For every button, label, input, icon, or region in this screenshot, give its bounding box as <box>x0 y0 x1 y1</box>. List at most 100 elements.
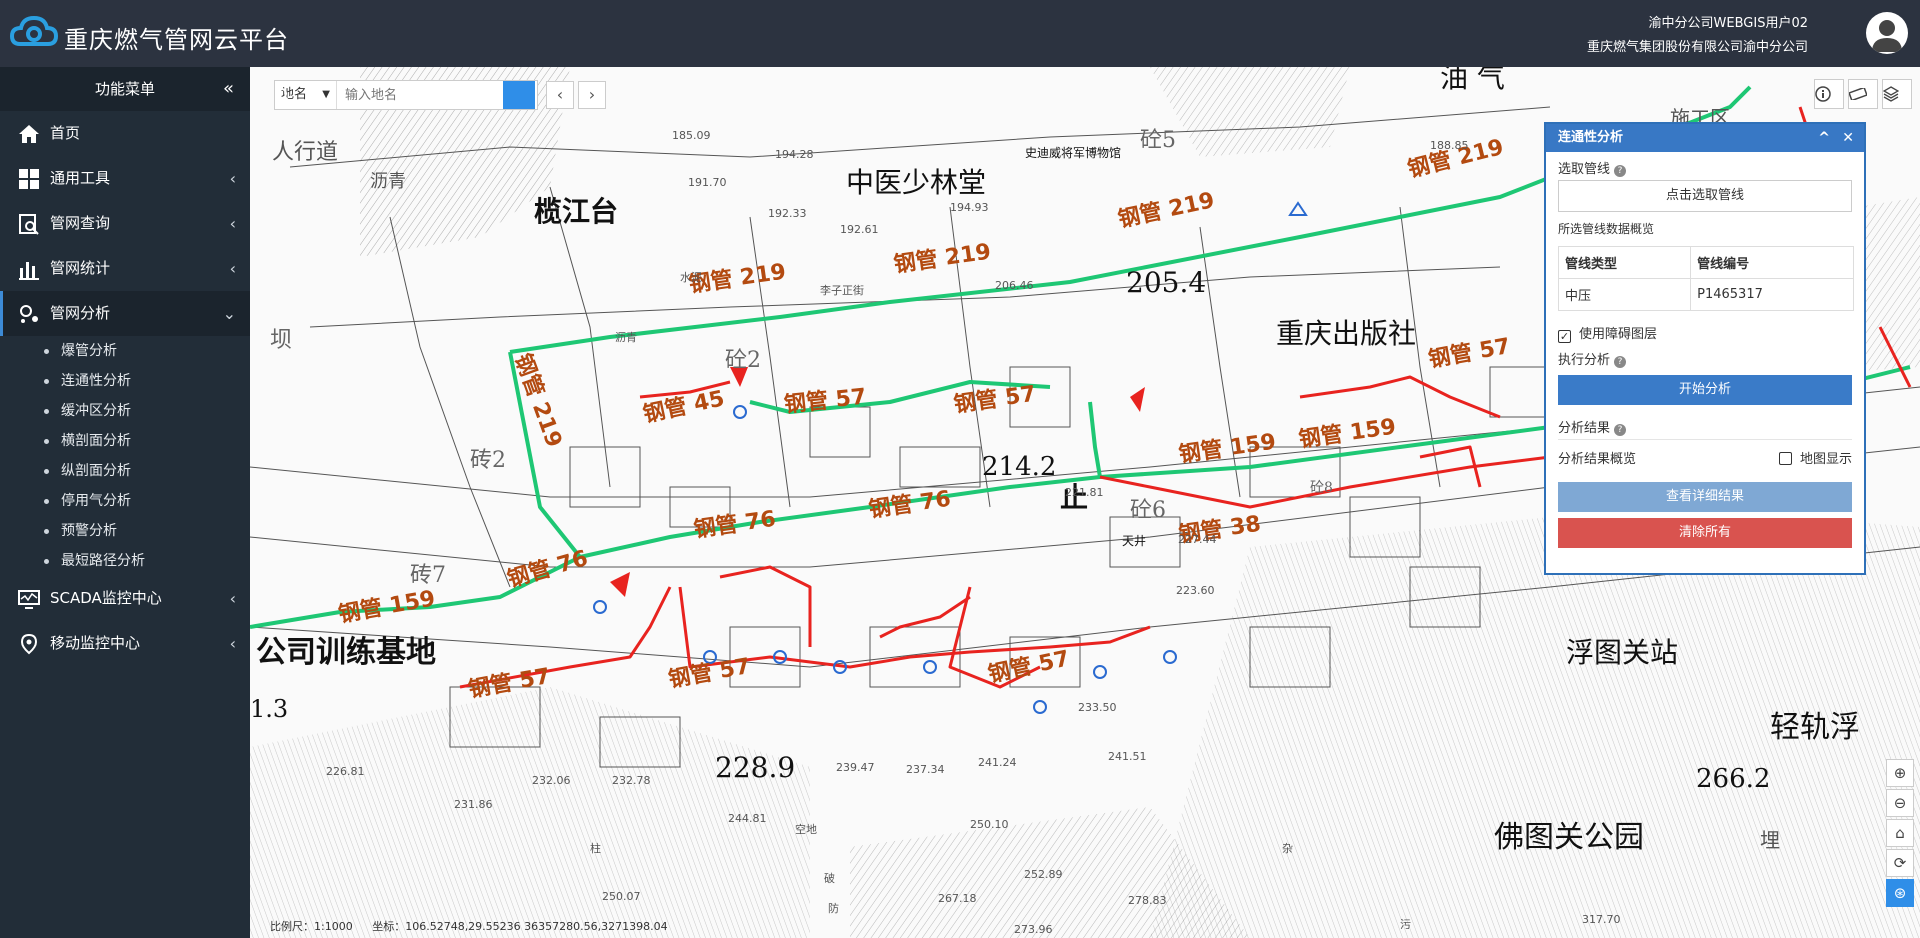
elevation-label: 水泥 <box>680 271 702 284</box>
map-label: 214.2 <box>982 452 1056 482</box>
grid-icon <box>19 169 39 189</box>
map-label: 坝 <box>270 328 292 353</box>
elevation-label: 污 <box>1400 918 1411 931</box>
section-label-text: 选取管线 <box>1558 162 1611 177</box>
select-pipe-button[interactable]: 点击选取管线 <box>1558 180 1852 212</box>
help-icon[interactable]: ? <box>1614 424 1627 436</box>
map-canvas[interactable]: 钢管 219 钢管 219 钢管 219 钢管 219 钢管 219 钢管 45… <box>250 67 1920 938</box>
elevation-label: 188.85 <box>1430 139 1469 152</box>
cloud-logo-icon <box>10 15 58 46</box>
start-analysis-button[interactable]: 开始分析 <box>1558 375 1852 405</box>
submenu-item-connectivity-analysis[interactable]: 连通性分析 <box>0 366 250 396</box>
zoom-out-button[interactable]: ⊖ <box>1886 789 1914 817</box>
search-button[interactable] <box>276 81 535 109</box>
map-label: 史迪威将军博物馆 <box>1025 145 1121 160</box>
submenu-item-buffer-analysis[interactable]: 缓冲区分析 <box>0 396 250 426</box>
place-search-input[interactable] <box>337 81 503 109</box>
clear-all-button[interactable]: 清除所有 <box>1558 518 1852 548</box>
map-display-toggle[interactable]: 地图显示 <box>1778 448 1852 467</box>
sidebar-item-network-analysis[interactable]: 管网分析 ⌄ <box>0 291 250 336</box>
map-label: 205.4 <box>1126 266 1206 299</box>
caret-down-icon: ▼ <box>322 89 330 100</box>
run-analysis-section-label: 执行分析? <box>1546 343 1864 369</box>
zoom-in-button[interactable]: ⊕ <box>1886 759 1914 787</box>
close-panel-icon[interactable]: ✕ <box>1842 124 1854 152</box>
sidebar-item-label: 通用工具 <box>50 169 111 187</box>
result-summary-row: 分析结果概览 地图显示 <box>1546 442 1864 468</box>
bar-chart-icon <box>19 262 39 280</box>
measure-button[interactable] <box>1848 79 1878 109</box>
map-display-checkbox[interactable] <box>1778 452 1792 465</box>
elevation-label: 破 <box>824 871 835 885</box>
refresh-button[interactable]: ⟳ <box>1886 849 1914 877</box>
sidebar-item-mobile-monitor[interactable]: 移动监控中心 ‹ <box>0 621 250 666</box>
submenu-item-gas-shutoff[interactable]: 停用气分析 <box>0 486 250 516</box>
pipe-summary-table: 管线类型 管线编号 中压 P1465317 <box>1557 246 1854 311</box>
divider <box>1558 439 1852 440</box>
home-extent-button[interactable]: ⌂ <box>1886 819 1914 847</box>
elevation-label: 194.93 <box>950 201 989 214</box>
help-icon[interactable]: ? <box>1614 356 1627 368</box>
section-label-text: 分析结果 <box>1558 421 1611 436</box>
app-header: 重庆燃气管网云平台 渝中分公司WEBGIS用户02 重庆燃气集团股份有限公司渝中… <box>0 0 1920 67</box>
table-cell: 中压 <box>1557 278 1692 311</box>
sidebar-item-label: 管网统计 <box>50 259 111 277</box>
submenu-item-shortest-path[interactable]: 最短路径分析 <box>0 546 250 576</box>
layers-icon <box>1883 86 1899 102</box>
map-label: 沥青 <box>370 171 406 192</box>
sidebar-item-scada[interactable]: SCADA监控中心 ‹ <box>0 576 250 621</box>
elevation-label: 231.86 <box>454 798 493 811</box>
elevation-label: 226.81 <box>326 765 365 778</box>
collapse-panel-icon[interactable]: ^ <box>1818 124 1830 152</box>
table-cell: P1465317 <box>1690 278 1854 311</box>
elevation-label: 杂 <box>1282 842 1293 855</box>
query-icon <box>19 214 39 235</box>
barrier-layer-checkbox[interactable]: ✓ <box>1558 330 1571 343</box>
avatar[interactable] <box>1866 12 1908 54</box>
submenu-item-burst-analysis[interactable]: 爆管分析 <box>0 336 250 366</box>
chevron-down-icon: ⌄ <box>222 304 236 323</box>
menu-header: 功能菜单 « <box>0 67 250 111</box>
elevation-label: 185.09 <box>672 129 711 142</box>
elevation-label: 194.28 <box>775 148 814 161</box>
previous-button[interactable]: ‹ <box>546 81 574 109</box>
elevation-label: 李子正街 <box>820 283 864 297</box>
globe-button[interactable]: ⊛ <box>1886 879 1914 907</box>
sidebar-item-network-stats[interactable]: 管网统计 ‹ <box>0 246 250 291</box>
place-search-bar: 地名 ▼ <box>274 80 538 110</box>
use-barrier-layer-row[interactable]: ✓ 使用障碍图层 <box>1546 317 1864 343</box>
map-label: 榄江台 <box>534 195 618 228</box>
menu-title: 功能菜单 <box>94 80 155 98</box>
sidebar-item-network-query[interactable]: 管网查询 ‹ <box>0 201 250 246</box>
panel-title-bar: 连通性分析 ^ ✕ <box>1546 124 1864 152</box>
chevron-left-icon: ‹ <box>229 634 236 653</box>
layers-button[interactable] <box>1882 79 1912 109</box>
help-icon[interactable]: ? <box>1614 165 1627 177</box>
elevation-label: 241.51 <box>1108 750 1147 763</box>
map-label: 中医少林堂 <box>846 166 986 199</box>
sidebar-item-label: 首页 <box>50 124 81 142</box>
submenu-item-cross-section[interactable]: 横剖面分析 <box>0 426 250 456</box>
sidebar-item-home[interactable]: 首页 <box>0 111 250 156</box>
submenu-item-warning-analysis[interactable]: 预警分析 <box>0 516 250 546</box>
app-title: 重庆燃气管网云平台 <box>64 26 289 54</box>
scale-readout: 比例尺：1:1000 <box>270 920 353 933</box>
elevation-label: 191.70 <box>688 176 727 189</box>
sidebar-item-label: 管网查询 <box>50 214 111 232</box>
info-button[interactable] <box>1814 79 1844 109</box>
table-row: 中压 P1465317 <box>1557 278 1854 311</box>
table-header-cell: 管线类型 <box>1557 246 1692 279</box>
submenu-item-longitudinal-section[interactable]: 纵剖面分析 <box>0 456 250 486</box>
map-label: 轻轨浮 <box>1770 710 1860 745</box>
collapse-sidebar-button[interactable]: « <box>223 67 234 111</box>
sidebar-item-label: 移动监控中心 <box>50 634 141 652</box>
sidebar-item-label: SCADA监控中心 <box>50 589 162 607</box>
sidebar-item-general-tools[interactable]: 通用工具 ‹ <box>0 156 250 201</box>
ruler-icon <box>1849 88 1867 100</box>
map-label: 砖7 <box>410 563 446 588</box>
map-label: 砼2 <box>725 348 761 373</box>
elevation-label: 沥青 <box>615 331 637 344</box>
map-label: 砼8 <box>1310 480 1333 496</box>
view-detail-button[interactable]: 查看详细结果 <box>1558 482 1852 512</box>
next-button[interactable]: › <box>578 81 606 109</box>
